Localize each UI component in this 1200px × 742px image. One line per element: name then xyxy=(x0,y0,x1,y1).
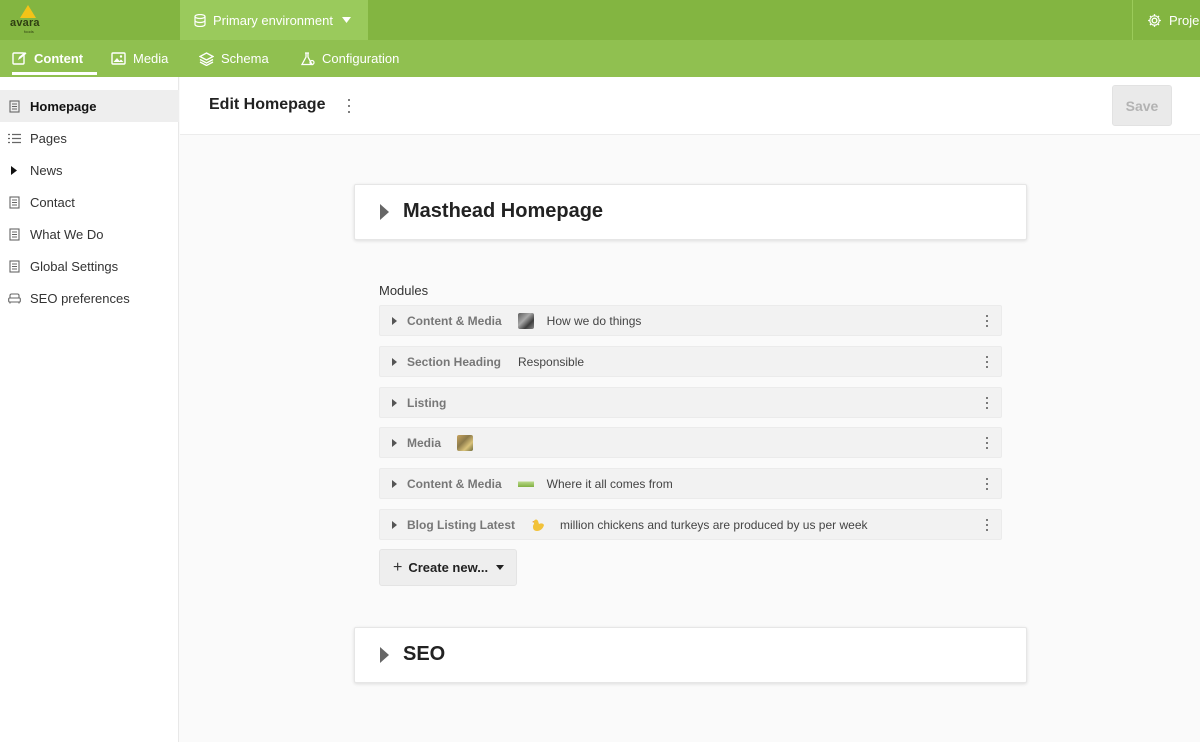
chicken-icon xyxy=(531,517,547,533)
more-options-icon[interactable] xyxy=(985,437,989,449)
sidebar-item-label: Pages xyxy=(30,130,67,146)
list-icon xyxy=(7,131,21,145)
expand-icon[interactable] xyxy=(380,647,389,663)
expand-icon[interactable] xyxy=(380,204,389,220)
environment-label: Primary environment xyxy=(213,12,333,28)
page-title: Edit Homepage xyxy=(209,96,326,113)
section-title: SEO xyxy=(403,643,446,665)
more-options-icon[interactable] xyxy=(345,99,353,113)
module-row[interactable]: Media xyxy=(379,427,1002,458)
module-row[interactable]: Listing xyxy=(379,387,1002,418)
chevron-down-icon xyxy=(496,565,505,570)
sidebar-item-homepage[interactable]: Homepage xyxy=(0,90,179,122)
tab-content-label: Content xyxy=(34,51,84,66)
tab-schema-label: Schema xyxy=(221,51,269,66)
module-type: Media xyxy=(407,435,442,450)
sidebar-item-seo-preferences[interactable]: SEO preferences xyxy=(0,282,179,314)
more-options-icon[interactable] xyxy=(985,478,989,490)
document-icon xyxy=(7,259,21,273)
layers-icon xyxy=(199,51,214,66)
tab-configuration-label: Configuration xyxy=(322,51,400,66)
more-options-icon[interactable] xyxy=(985,397,989,409)
sidebar-item-label: Homepage xyxy=(30,98,97,114)
thumbnail-image xyxy=(457,434,474,451)
more-options-icon[interactable] xyxy=(985,315,989,327)
tab-schema[interactable]: Schema xyxy=(199,40,269,77)
sidebar-item-global-settings[interactable]: Global Settings xyxy=(0,250,179,282)
masthead-section[interactable]: Masthead Homepage xyxy=(354,184,1027,240)
create-new-label: Create new... xyxy=(408,560,489,575)
sidebar-item-label: Global Settings xyxy=(30,258,119,274)
sidebar-item-what-we-do[interactable]: What We Do xyxy=(0,218,179,250)
top-bar: avara foods Primary environment Proje xyxy=(0,0,1200,40)
expand-icon[interactable] xyxy=(392,520,397,529)
modules-label: Modules xyxy=(379,283,429,298)
module-summary: Responsible xyxy=(518,354,585,369)
save-button[interactable]: Save xyxy=(1112,85,1172,126)
document-icon xyxy=(7,227,21,241)
more-options-icon[interactable] xyxy=(985,356,989,368)
flask-icon xyxy=(300,51,315,66)
avara-logo[interactable]: avara foods xyxy=(8,3,48,37)
more-options-icon[interactable] xyxy=(985,519,989,531)
module-type: Section Heading xyxy=(407,354,502,369)
document-icon xyxy=(7,195,21,209)
main-nav: Content Media Schema Configuration xyxy=(0,40,1200,77)
sofa-icon xyxy=(7,291,21,305)
expand-icon[interactable] xyxy=(392,479,397,488)
module-type: Content & Media xyxy=(407,313,502,328)
tab-media[interactable]: Media xyxy=(111,40,168,77)
project-settings-button[interactable]: Proje xyxy=(1132,0,1200,40)
sidebar-item-label: SEO preferences xyxy=(30,290,130,306)
content-tree-sidebar: Homepage Pages News Contact What We Do G… xyxy=(0,77,179,742)
chevron-down-icon xyxy=(341,17,351,23)
thumbnail-image xyxy=(517,312,534,329)
expand-icon[interactable] xyxy=(392,357,397,366)
sidebar-item-pages[interactable]: Pages xyxy=(0,122,179,154)
module-summary: Where it all comes from xyxy=(546,476,673,491)
tab-content[interactable]: Content xyxy=(12,40,98,77)
section-title: Masthead Homepage xyxy=(403,200,604,222)
module-row[interactable]: Content & Media Where it all comes from xyxy=(379,468,1002,499)
edit-icon xyxy=(12,51,27,66)
plus-icon: + xyxy=(393,558,403,576)
editor-header: Edit Homepage Save xyxy=(180,77,1200,135)
module-type: Content & Media xyxy=(407,476,502,491)
document-icon xyxy=(7,99,21,113)
expand-icon[interactable] xyxy=(392,316,397,325)
project-label: Proje xyxy=(1169,12,1200,28)
sidebar-item-label: What We Do xyxy=(30,226,104,242)
expand-icon[interactable] xyxy=(392,438,397,447)
database-icon xyxy=(194,13,206,27)
tab-media-label: Media xyxy=(133,51,169,66)
caret-right-icon[interactable] xyxy=(7,163,21,177)
sidebar-item-label: Contact xyxy=(30,194,75,210)
module-row[interactable]: Blog Listing Latest million chickens and… xyxy=(379,509,1002,540)
thumbnail-image xyxy=(517,475,534,492)
module-summary: How we do things xyxy=(546,313,642,328)
sidebar-item-contact[interactable]: Contact xyxy=(0,186,179,218)
module-type: Listing xyxy=(407,395,447,410)
sidebar-item-label: News xyxy=(30,162,63,178)
create-new-module-button[interactable]: + Create new... xyxy=(379,549,517,586)
image-icon xyxy=(111,52,126,65)
module-row[interactable]: Content & Media How we do things xyxy=(379,305,1002,336)
logo-subtext: foods xyxy=(24,29,34,34)
module-row[interactable]: Section Heading Responsible xyxy=(379,346,1002,377)
tab-configuration[interactable]: Configuration xyxy=(300,40,399,77)
module-summary: million chickens and turkeys are produce… xyxy=(560,517,868,532)
gear-icon xyxy=(1147,13,1162,28)
module-type: Blog Listing Latest xyxy=(407,517,515,532)
seo-section[interactable]: SEO xyxy=(354,627,1027,683)
environment-selector[interactable]: Primary environment xyxy=(180,0,368,40)
sidebar-item-news[interactable]: News xyxy=(0,154,179,186)
logo-wordmark: avara xyxy=(10,17,40,29)
expand-icon[interactable] xyxy=(392,398,397,407)
